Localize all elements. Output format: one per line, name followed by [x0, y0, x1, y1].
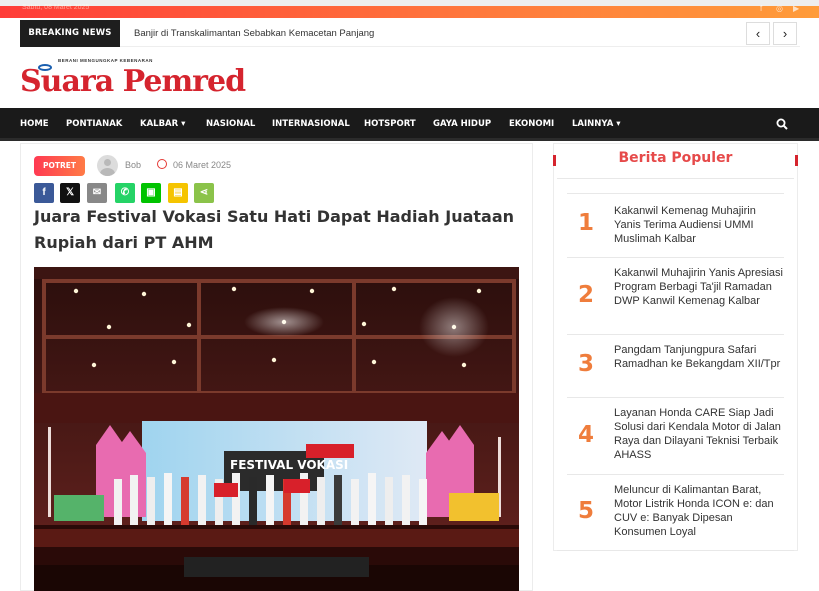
- main-nav: HOME PONTIANAK KALBAR ▾ NASIONAL INTERNA…: [0, 108, 819, 141]
- photo-banner-text: FESTIVAL VOKASI: [230, 458, 348, 472]
- search-icon[interactable]: [776, 118, 788, 130]
- next-news-button[interactable]: ›: [773, 22, 797, 45]
- chevron-down-icon: ▾: [181, 119, 186, 129]
- popular-item-link[interactable]: Pangdam Tanjungpura Safari Ramadhan ke B…: [614, 343, 784, 371]
- nav-kalbar-label: KALBAR: [140, 119, 179, 129]
- divider: [567, 397, 784, 398]
- author-avatar: [97, 155, 118, 176]
- article-title: Juara Festival Vokasi Satu Hati Dapat Ha…: [34, 207, 515, 252]
- instagram-icon[interactable]: ◎: [776, 4, 783, 13]
- line-icon[interactable]: ▣: [141, 183, 161, 203]
- nav-lainnya-label: LAINNYA: [572, 119, 614, 129]
- nav-nasional[interactable]: NASIONAL: [206, 108, 255, 141]
- popular-rank: 4: [578, 422, 595, 448]
- whatsapp-icon[interactable]: ✆: [115, 183, 135, 203]
- chevron-down-icon: ▾: [616, 119, 621, 129]
- author-name[interactable]: Bob: [125, 160, 141, 170]
- divider: [557, 550, 794, 551]
- logo-tagline: BERANI MENGUNGKAP KEBENARAN: [58, 58, 153, 63]
- divider: [567, 193, 784, 194]
- popular-rank: 3: [578, 351, 595, 377]
- email-icon[interactable]: ✉: [87, 183, 107, 203]
- logo-name: Suara Pemred: [20, 64, 246, 99]
- prev-news-button[interactable]: ‹: [746, 22, 770, 45]
- facebook-icon[interactable]: f: [760, 4, 762, 13]
- divider: [557, 178, 794, 179]
- publish-date: 06 Maret 2025: [173, 160, 232, 170]
- share-icon[interactable]: ⋖: [194, 183, 214, 203]
- popular-item-link[interactable]: Kakanwil Muhajirin Yanis Apresiasi Progr…: [614, 266, 784, 308]
- top-date: Sabtu, 08 Maret 2025: [22, 4, 90, 11]
- breaking-news-bar: BREAKING NEWS Banjir di Transkalimantan …: [20, 20, 800, 47]
- nav-home[interactable]: HOME: [20, 108, 49, 141]
- popular-item-link[interactable]: Kakanwil Kemenag Muhajirin Yanis Terima …: [614, 204, 784, 246]
- category-badge[interactable]: POTRET: [34, 156, 85, 176]
- nav-hotsport[interactable]: HOTSPORT: [364, 108, 416, 141]
- sidebar-title: Berita Populer: [618, 150, 733, 166]
- popular-rank: 1: [578, 210, 595, 236]
- nav-lainnya[interactable]: LAINNYA ▾: [572, 108, 621, 141]
- breaking-news-headline[interactable]: Banjir di Transkalimantan Sebabkan Kemac…: [134, 20, 374, 47]
- article-photo: FESTIVAL VOKASI: [34, 267, 519, 591]
- popular-rank: 2: [578, 282, 595, 308]
- x-icon[interactable]: 𝕏: [60, 183, 80, 203]
- divider: [567, 334, 784, 335]
- popular-item-link[interactable]: Meluncur di Kalimantan Barat, Motor List…: [614, 483, 784, 539]
- clock-icon: [157, 159, 167, 169]
- divider: [567, 474, 784, 475]
- nav-kalbar[interactable]: KALBAR ▾: [140, 108, 185, 141]
- divider: [567, 257, 784, 258]
- popular-rank: 5: [578, 498, 595, 524]
- sms-icon[interactable]: ▤: [168, 183, 188, 203]
- youtube-icon[interactable]: ▶: [793, 4, 799, 13]
- nav-ekonomi[interactable]: EKONOMI: [509, 108, 554, 141]
- facebook-icon[interactable]: f: [34, 183, 54, 203]
- nav-gaya-hidup[interactable]: GAYA HIDUP: [433, 108, 491, 141]
- nav-pontianak[interactable]: PONTIANAK: [66, 108, 122, 141]
- nav-internasional[interactable]: INTERNASIONAL: [272, 108, 350, 141]
- popular-item-link[interactable]: Layanan Honda CARE Siap Jadi Solusi dari…: [614, 406, 784, 462]
- top-bar: Sabtu, 08 Maret 2025 f ◎ ▶: [0, 0, 819, 18]
- breaking-news-label: BREAKING NEWS: [20, 20, 120, 47]
